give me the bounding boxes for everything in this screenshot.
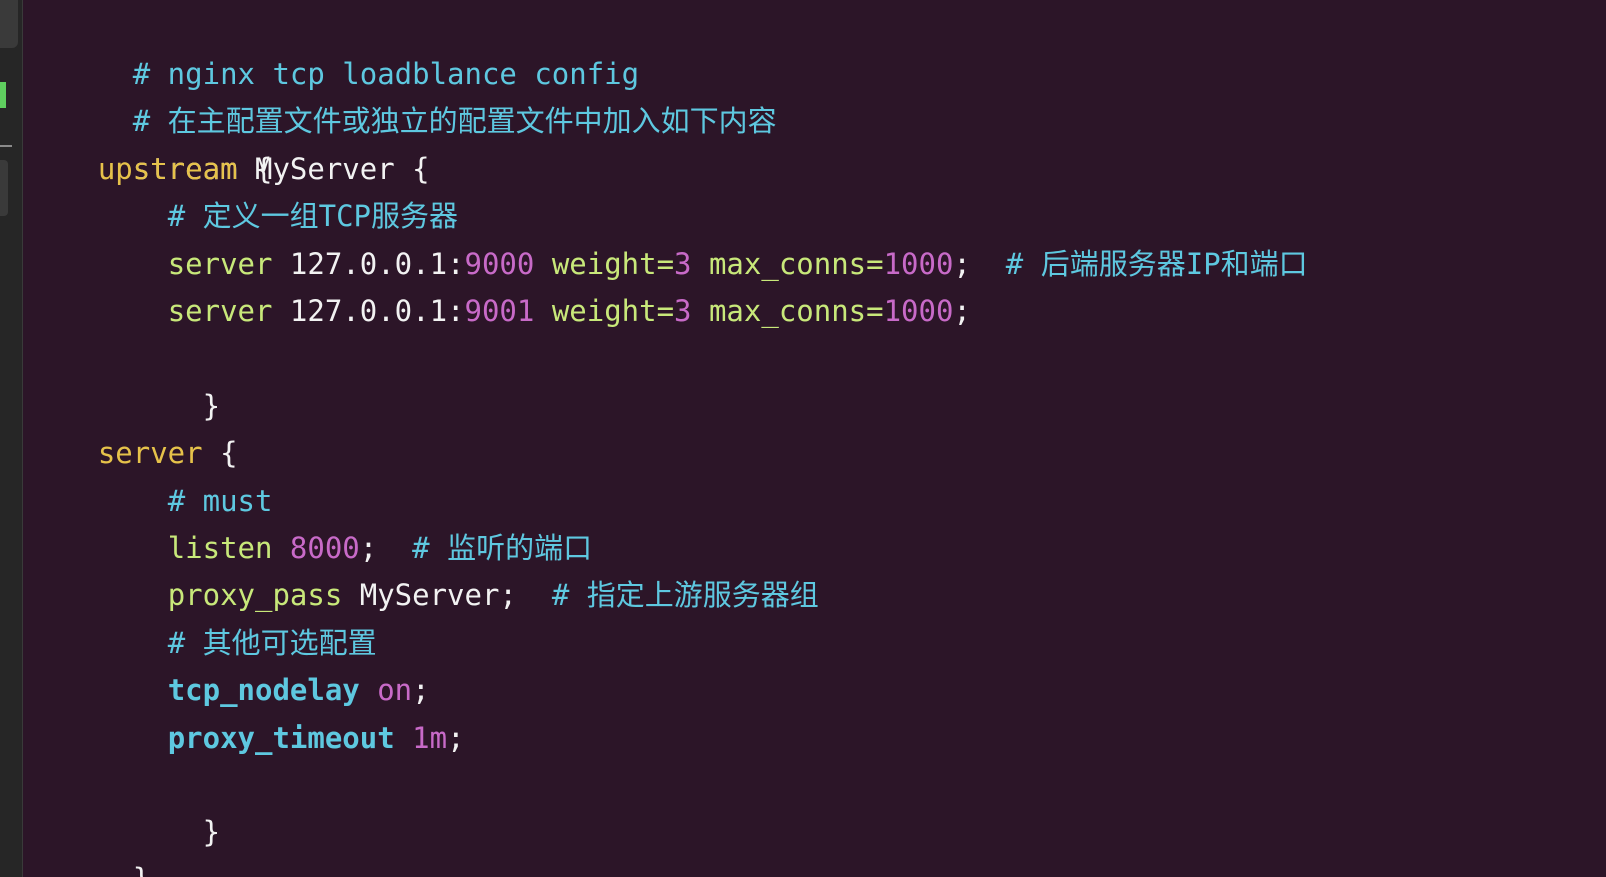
param-key: max_conns= [691,247,884,281]
code-line: server 127.0.0.1:9001 weight=3 max_conns… [28,288,971,335]
param-value: on [377,673,413,707]
code-editor[interactable]: # nginx tcp loadblance config # 在主配置文件或独… [28,0,1606,877]
param-value: 3 [674,247,692,281]
gutter-divider [0,145,12,147]
address: 127.0.0.1: [272,294,465,328]
param-key: weight= [534,294,675,328]
code-text: } [132,389,221,423]
gutter-tab [0,0,18,48]
code-line: server { [28,430,238,477]
keyword: listen [167,531,273,565]
terminator: ; [447,721,465,755]
address: 127.0.0.1: [272,247,465,281]
keyword: server [167,294,273,328]
terminator: ; [412,673,430,707]
keyword: server [97,436,203,470]
param-value: 1000 [883,247,954,281]
scroll-handle[interactable] [0,160,8,216]
param-key: max_conns= [691,294,884,328]
code-line: # 在主配置文件或独立的配置文件中加入如下内容 [28,51,777,138]
port-number: 9001 [464,294,535,328]
code-line: tcp_nodelay on; [28,667,430,714]
code-line: # 其他可选配置 [28,620,377,667]
terminator: ; [953,247,971,281]
change-marker [0,82,6,108]
param-key: weight= [534,247,675,281]
keyword: proxy_timeout [167,721,395,755]
comment: # 指定上游服务器组 [516,578,819,612]
keyword: proxy_pass [167,578,343,612]
keyword: upstream [97,152,238,186]
keyword: server [167,247,273,281]
param-value: 8000 [289,531,360,565]
code-text: { [202,436,238,470]
keyword: tcp_nodelay [167,673,360,707]
code-line: } [28,336,220,423]
comment: # 后端服务器IP和端口 [970,247,1308,281]
code-line: upstream MyServer { [28,146,430,193]
code-text: } [133,862,150,877]
comment: # must [167,484,273,518]
comment: # 其他可选配置 [167,626,377,660]
param-value: 1000 [883,294,954,328]
code-text: MyServer { [237,152,430,186]
param-value: 3 [674,294,692,328]
param-value: 1m [412,721,448,755]
code-line: } [28,762,220,849]
comment: # 监听的端口 [377,531,593,565]
code-line: stream { [28,99,273,186]
terminator: ; [953,294,971,328]
code-line: # 定义一组TCP服务器 [28,193,458,240]
code-line: server 127.0.0.1:9000 weight=3 max_conns… [28,241,1308,288]
code-line: # must [28,478,273,525]
code-line: proxy_timeout 1m; [28,715,465,762]
code-line: } [28,809,150,877]
code-line: listen 8000; # 监听的端口 [28,525,592,572]
terminator: ; [359,531,378,565]
port-number: 9000 [464,247,535,281]
editor-gutter [0,0,23,877]
comment: # 定义一组TCP服务器 [167,199,458,233]
code-text: MyServer; [342,578,517,612]
code-line: # nginx tcp loadblance config [28,4,639,91]
terminal-window: # nginx tcp loadblance config # 在主配置文件或独… [0,0,1606,877]
code-line: proxy_pass MyServer; # 指定上游服务器组 [28,572,819,619]
